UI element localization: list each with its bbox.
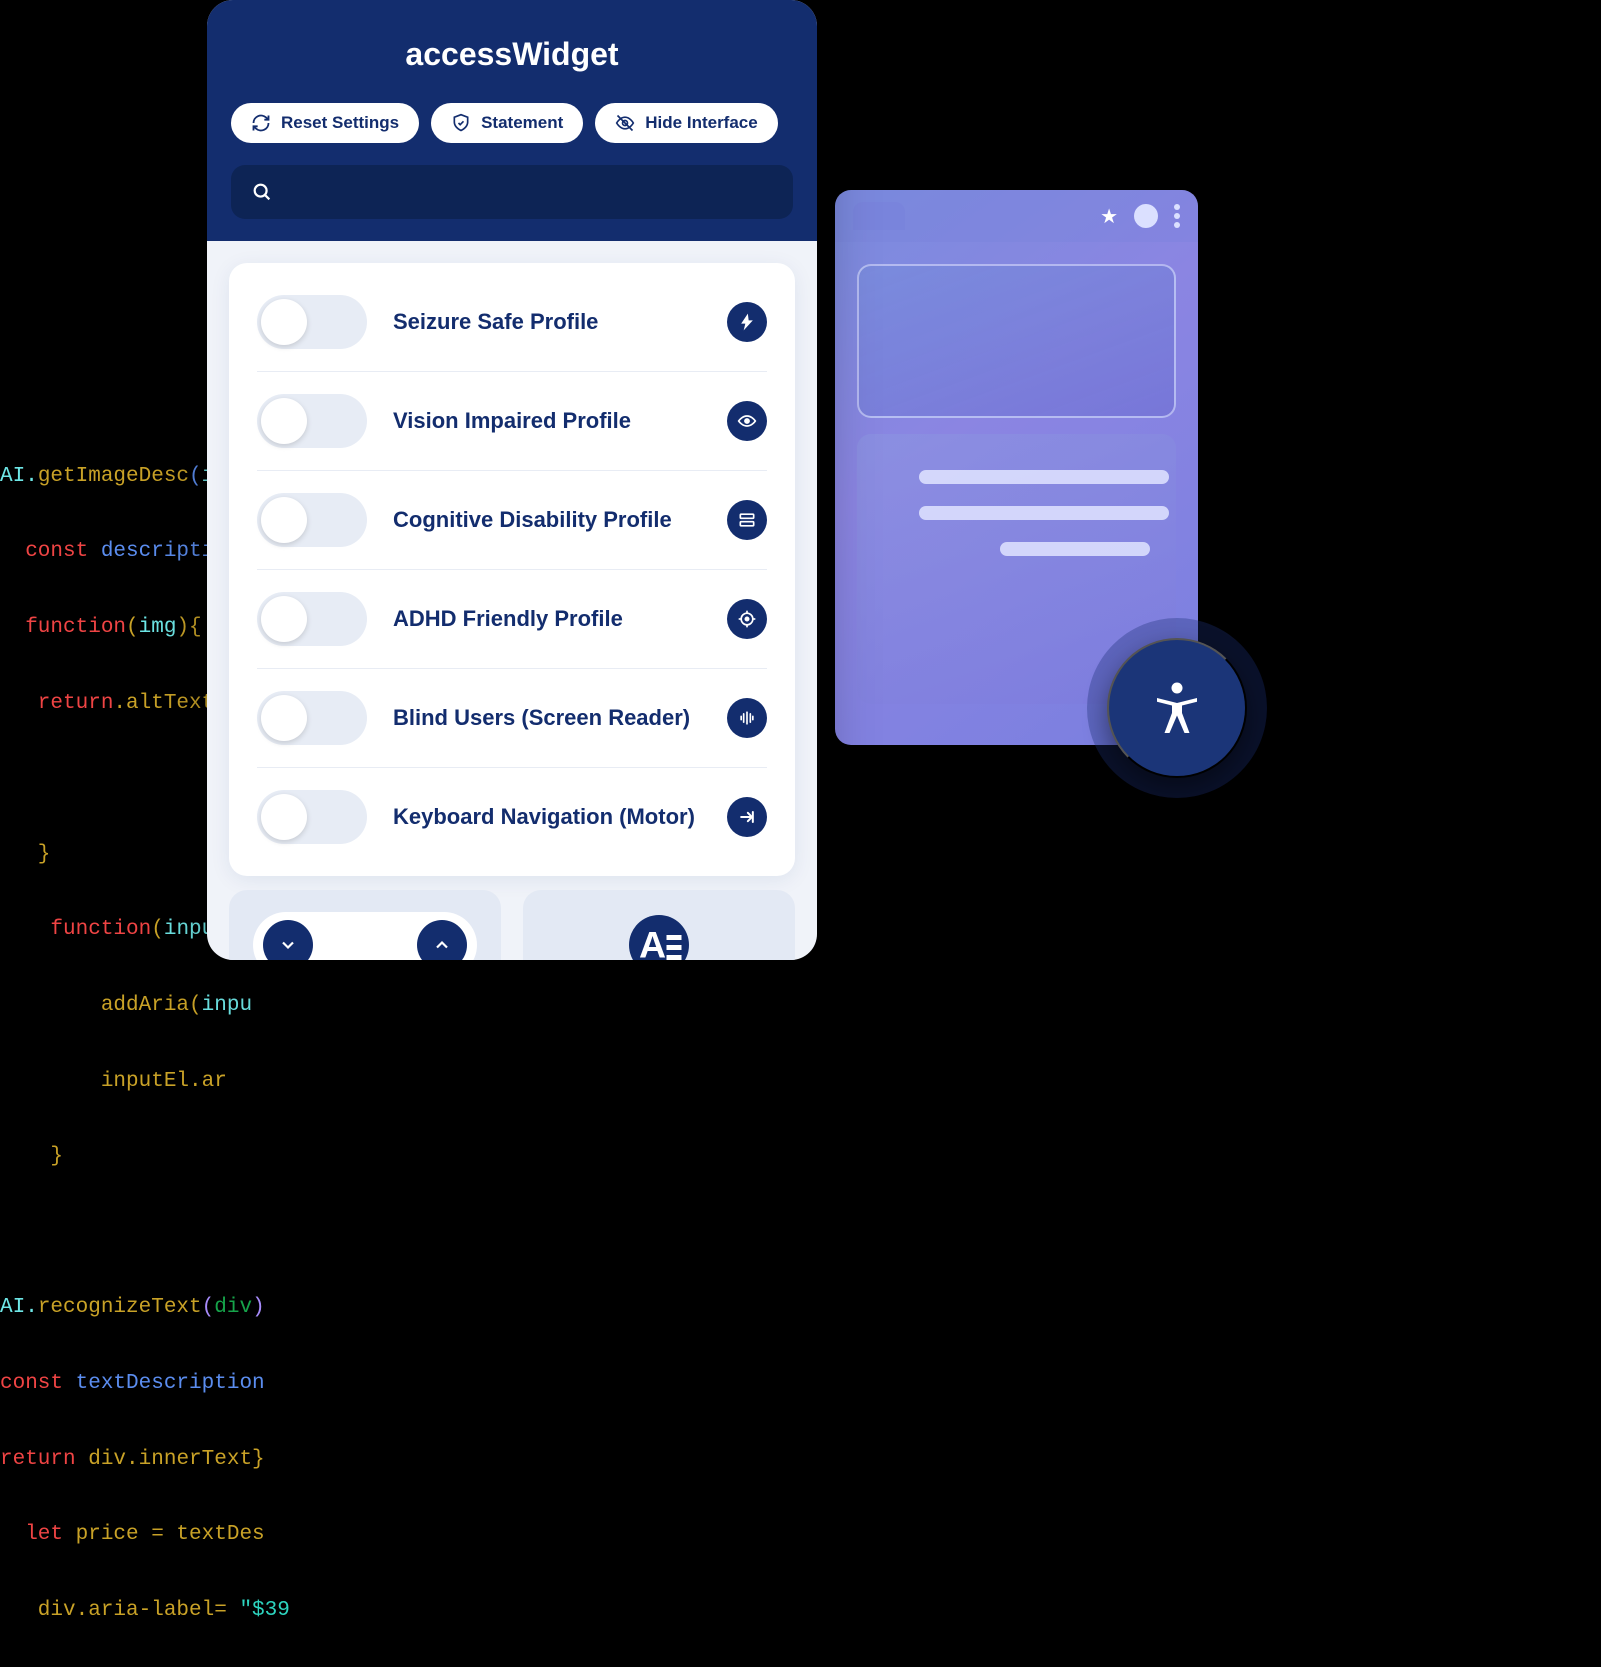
toggle-blind-users[interactable] [257,691,367,745]
search-input[interactable] [231,165,793,219]
eye-off-icon [615,113,635,133]
profile-label: Seizure Safe Profile [393,309,701,335]
search-icon [251,181,273,203]
text-align-button[interactable]: A [629,915,689,960]
profile-label: ADHD Friendly Profile [393,606,701,632]
chevron-down-icon [278,935,298,955]
profile-label: Blind Users (Screen Reader) [393,705,701,731]
sound-icon [727,698,767,738]
widget-title: accessWidget [231,36,793,73]
decrease-button[interactable] [263,920,313,960]
profile-row: Vision Impaired Profile [257,372,767,471]
refresh-icon [251,113,271,133]
profile-label: Vision Impaired Profile [393,408,701,434]
skeleton-line [919,506,1169,520]
profile-row: Seizure Safe Profile [257,273,767,372]
accessibility-icon [1147,678,1207,738]
profile-label: Keyboard Navigation (Motor) [393,804,701,830]
eye-icon [727,401,767,441]
hide-interface-button[interactable]: Hide Interface [595,103,777,143]
toggle-adhd-friendly[interactable] [257,592,367,646]
browser-tab [853,202,905,230]
value-stepper [253,912,476,960]
increase-button[interactable] [417,920,467,960]
arrow-icon [727,797,767,837]
bolt-icon [727,302,767,342]
toggle-keyboard-navigation[interactable] [257,790,367,844]
profile-row: ADHD Friendly Profile [257,570,767,669]
reset-settings-button[interactable]: Reset Settings [231,103,419,143]
widget-action-row: Reset Settings Statement Hide Interface [231,103,793,143]
browser-toolbar: ★ [835,190,1198,242]
svg-text:A: A [639,924,666,961]
bottom-controls-row: A [207,890,817,960]
layout-icon [727,500,767,540]
text-align-icon: A [629,915,689,960]
avatar [1134,204,1158,228]
chevron-up-icon [432,935,452,955]
skeleton-line [919,470,1169,484]
shield-icon [451,113,471,133]
toggle-seizure-safe[interactable] [257,295,367,349]
accessibility-fab-halo [1087,618,1267,798]
target-icon [727,599,767,639]
profiles-card: Seizure Safe Profile Vision Impaired Pro… [229,263,795,876]
kebab-menu-icon [1174,204,1180,228]
statement-button[interactable]: Statement [431,103,583,143]
profile-row: Blind Users (Screen Reader) [257,669,767,768]
stepper-card [229,890,501,960]
profile-label: Cognitive Disability Profile [393,507,701,533]
accessibility-fab[interactable] [1107,638,1247,778]
profile-row: Keyboard Navigation (Motor) [257,768,767,866]
access-widget-panel: accessWidget Reset Settings Statement Hi… [207,0,817,960]
text-mode-card: A [523,890,795,960]
toggle-cognitive-disability[interactable] [257,493,367,547]
star-icon: ★ [1100,204,1118,229]
toggle-vision-impaired[interactable] [257,394,367,448]
browser-hero-box [857,264,1176,418]
widget-header: accessWidget Reset Settings Statement Hi… [207,0,817,241]
skeleton-line [1000,542,1150,556]
profile-row: Cognitive Disability Profile [257,471,767,570]
